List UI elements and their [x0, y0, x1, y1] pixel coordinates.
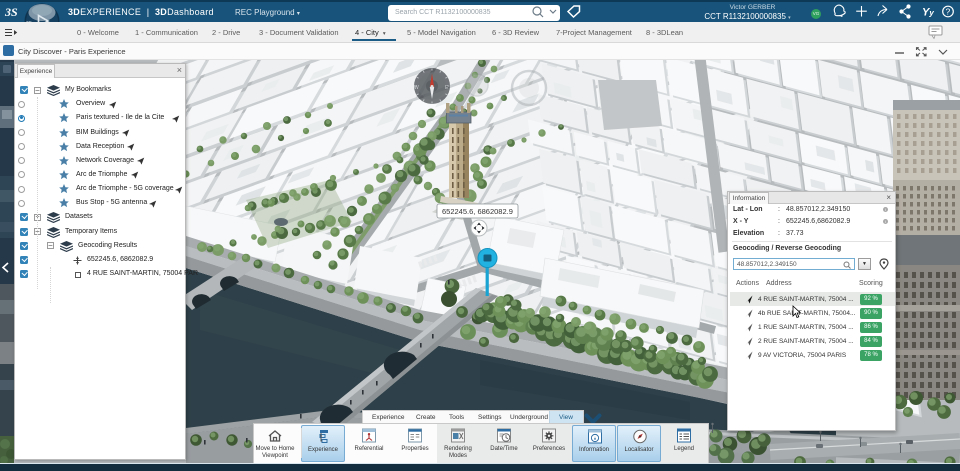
svg-text:3S: 3S [4, 5, 18, 19]
svg-text:?: ? [946, 7, 951, 17]
svg-text:W: W [414, 85, 419, 91]
svg-text:Yy: Yy [922, 7, 934, 19]
svg-text:652245.6, 6862082.9: 652245.6, 6862082.9 [442, 207, 513, 216]
